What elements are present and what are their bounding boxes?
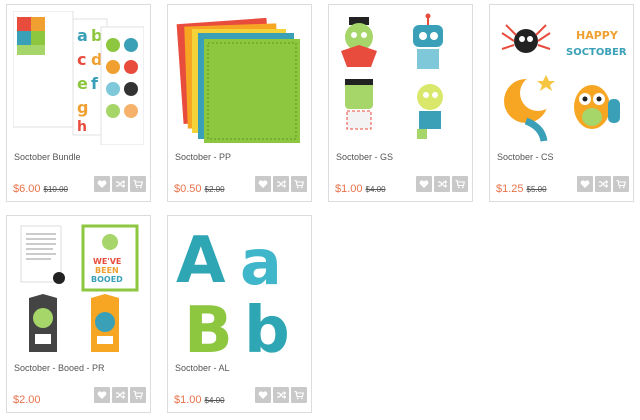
product-thumbnail[interactable] (174, 11, 305, 145)
cart-icon (616, 179, 626, 189)
add-to-cart-button[interactable] (130, 176, 146, 192)
alpha-letter: b (244, 294, 290, 356)
original-price: $2.00 (204, 185, 225, 194)
original-price: $4.00 (365, 185, 386, 194)
product-actions (94, 387, 146, 403)
bundle-letter: c (77, 50, 86, 69)
alphabet-preview-image: A a B b (176, 224, 290, 356)
compare-button[interactable] (273, 176, 289, 192)
sale-price: $2.00 (13, 394, 41, 406)
product-title[interactable]: Soctober - GS (336, 152, 393, 162)
paper-pack-preview-image (176, 17, 300, 143)
bundle-letter: e (77, 74, 88, 93)
product-thumbnail[interactable]: A a B b (174, 222, 305, 356)
product-thumbnail[interactable]: a b c d e f g h (13, 11, 144, 145)
wishlist-button[interactable] (255, 176, 271, 192)
bundle-letter: g (77, 98, 88, 117)
add-to-cart-button[interactable] (452, 176, 468, 192)
booed-text: WE'VE (93, 257, 121, 266)
product-actions (94, 176, 146, 192)
product-actions (416, 176, 468, 192)
heart-icon (97, 391, 107, 399)
heart-icon (580, 180, 590, 188)
product-title[interactable]: Soctober - AL (175, 363, 230, 373)
compare-button[interactable] (112, 176, 128, 192)
bundle-letter: f (91, 74, 99, 93)
add-to-cart-button[interactable] (291, 176, 307, 192)
add-to-cart-button[interactable] (130, 387, 146, 403)
product-actions (255, 387, 307, 403)
add-to-cart-button[interactable] (291, 387, 307, 403)
product-card[interactable]: Soctober - PP $0.50 $2.00 (167, 4, 312, 202)
cart-icon (133, 179, 143, 189)
product-title[interactable]: Soctober - CS (497, 152, 554, 162)
price-row: $1.25 $5.00 (496, 179, 547, 197)
sale-price: $1.25 (496, 183, 524, 195)
booed-text: BOOED (91, 275, 123, 284)
compare-button[interactable] (112, 387, 128, 403)
product-actions (255, 176, 307, 192)
original-price: $5.00 (526, 185, 547, 194)
shuffle-icon (277, 391, 286, 399)
sale-price: $0.50 (174, 183, 202, 195)
price-row: $0.50 $2.00 (174, 179, 225, 197)
cart-icon (455, 179, 465, 189)
product-thumbnail[interactable]: WE'VE BEEN BOOED (13, 222, 144, 356)
wishlist-button[interactable] (94, 387, 110, 403)
product-thumbnail[interactable] (335, 11, 466, 145)
bundle-letter: h (77, 119, 87, 135)
sale-price: $1.00 (174, 394, 202, 406)
shuffle-icon (277, 180, 286, 188)
product-title[interactable]: Soctober - PP (175, 152, 231, 162)
price-row: $1.00 $4.00 (335, 179, 386, 197)
wishlist-button[interactable] (94, 176, 110, 192)
shuffle-icon (116, 180, 125, 188)
product-title[interactable]: Soctober - Booed - PR (14, 363, 105, 373)
alpha-letter: A (176, 224, 226, 298)
price-row: $1.00 $4.00 (174, 390, 225, 408)
cart-icon (133, 390, 143, 400)
shuffle-icon (438, 180, 447, 188)
monster-graphics-preview-image (341, 13, 443, 139)
heart-icon (97, 180, 107, 188)
heart-icon (258, 180, 268, 188)
product-card[interactable]: HAPPY SOCTOBER Soctober - CS $1.25 $5.00 (489, 4, 634, 202)
product-card[interactable]: a b c d e f g h Soctober Bundle $6.00 $10… (6, 4, 151, 202)
sale-price: $6.00 (13, 183, 41, 195)
product-card[interactable]: Soctober - GS $1.00 $4.00 (328, 4, 473, 202)
heart-icon (258, 391, 268, 399)
price-row: $6.00 $10.00 (13, 179, 68, 197)
add-to-cart-button[interactable] (613, 176, 629, 192)
wishlist-button[interactable] (416, 176, 432, 192)
alpha-letter: a (240, 226, 282, 299)
critters-preview-image: HAPPY SOCTOBER (501, 24, 627, 142)
product-card[interactable]: A a B b Soctober - AL $1.00 $4.00 (167, 215, 312, 413)
product-thumbnail[interactable]: HAPPY SOCTOBER (496, 11, 627, 145)
compare-button[interactable] (595, 176, 611, 192)
product-title[interactable]: Soctober Bundle (14, 152, 81, 162)
cart-icon (294, 390, 304, 400)
original-price: $4.00 (204, 396, 225, 405)
product-card[interactable]: WE'VE BEEN BOOED Soctober - Booed - PR $… (6, 215, 151, 413)
original-price: $10.00 (43, 185, 68, 194)
wishlist-button[interactable] (577, 176, 593, 192)
soctober-text: SOCTOBER (566, 47, 627, 58)
happy-text: HAPPY (576, 29, 619, 42)
alpha-letter: B (184, 294, 233, 356)
bundle-letter: a (77, 26, 88, 45)
product-actions (577, 176, 629, 192)
cart-icon (294, 179, 304, 189)
booed-printable-preview-image: WE'VE BEEN BOOED (20, 224, 139, 352)
wishlist-button[interactable] (255, 387, 271, 403)
booed-text: BEEN (95, 266, 119, 275)
compare-button[interactable] (434, 176, 450, 192)
compare-button[interactable] (273, 387, 289, 403)
shuffle-icon (116, 391, 125, 399)
price-row: $2.00 (13, 390, 41, 408)
heart-icon (419, 180, 429, 188)
bundle-preview-image: a b c d e f g h (13, 11, 144, 145)
sale-price: $1.00 (335, 183, 363, 195)
shuffle-icon (599, 180, 608, 188)
